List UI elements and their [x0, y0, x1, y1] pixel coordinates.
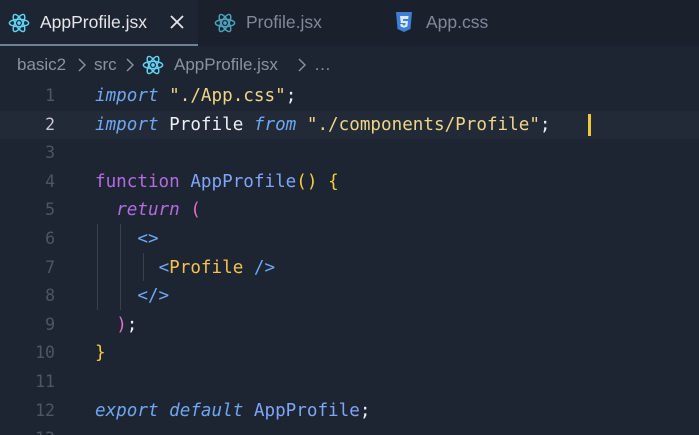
- code-line: 9 );: [0, 311, 699, 340]
- code-text: </>: [137, 286, 170, 307]
- close-icon[interactable]: [168, 12, 186, 32]
- code-line: 5 return (: [0, 196, 699, 225]
- line-number: 7: [45, 257, 55, 277]
- code-line: 8 </>: [0, 282, 699, 311]
- react-icon: [8, 12, 30, 39]
- text-cursor: [588, 113, 591, 136]
- line-number: 2: [45, 114, 55, 134]
- line-number: 10: [35, 343, 55, 363]
- line-number: 8: [45, 286, 55, 306]
- code-text: }: [95, 343, 106, 364]
- code-line: 1 import "./App.css";: [0, 82, 699, 111]
- code-line: 10 }: [0, 339, 699, 368]
- tab-app-css[interactable]: App.css: [368, 0, 548, 46]
- code-line: 12 export default AppProfile;: [0, 397, 699, 426]
- code-line: 4 function AppProfile() {: [0, 168, 699, 197]
- breadcrumb-item-basic2[interactable]: basic2: [17, 55, 66, 75]
- code-editor[interactable]: 1 import "./App.css"; 2 import Profile f…: [0, 82, 699, 435]
- tab-label: App.css: [426, 12, 489, 32]
- code-text: );: [116, 314, 138, 335]
- code-line-current: 2 import Profile from "./components/Prof…: [0, 110, 699, 140]
- code-text: return (: [116, 200, 201, 221]
- code-text: function AppProfile() {: [95, 171, 339, 192]
- chevron-right-icon: [76, 57, 88, 73]
- breadcrumb-ellipsis[interactable]: …: [314, 55, 331, 75]
- tab-label: AppProfile.jsx: [40, 12, 147, 32]
- breadcrumb-item-file[interactable]: AppProfile.jsx: [174, 55, 278, 75]
- code-line: 3: [0, 139, 699, 168]
- chevron-right-icon: [296, 57, 308, 73]
- line-number: 5: [45, 200, 55, 220]
- code-text: import Profile from "./components/Profil…: [95, 114, 551, 135]
- breadcrumb-item-src[interactable]: src: [94, 55, 117, 75]
- line-number: 6: [45, 229, 55, 248]
- line-number: 12: [35, 400, 55, 420]
- code-line: 13: [0, 425, 699, 435]
- line-number: 4: [45, 171, 55, 191]
- line-number: 11: [35, 372, 55, 391]
- line-number: 3: [45, 143, 55, 163]
- css-icon: [394, 11, 414, 38]
- line-number: 9: [45, 314, 55, 334]
- chevron-right-icon: [124, 57, 136, 73]
- tab-label: Profile.jsx: [246, 12, 322, 32]
- code-line: 7 <Profile />: [0, 254, 699, 283]
- breadcrumb: basic2 src AppProfile.jsx …: [0, 46, 699, 82]
- tab-appprofile-jsx[interactable]: AppProfile.jsx: [0, 0, 198, 46]
- line-number: 1: [45, 86, 55, 105]
- line-number: 13: [0, 425, 55, 435]
- code-text: <Profile />: [158, 257, 276, 278]
- react-icon: [142, 54, 164, 81]
- editor-tab-bar: AppProfile.jsx Profile.jsx App.css: [0, 0, 699, 46]
- code-line: 6 <>: [0, 225, 699, 254]
- code-text: export default AppProfile;: [95, 400, 371, 421]
- react-icon: [214, 12, 236, 39]
- tab-profile-jsx[interactable]: Profile.jsx: [198, 0, 368, 46]
- code-text: import "./App.css";: [95, 86, 297, 106]
- code-line: 11: [0, 368, 699, 397]
- code-text: <>: [137, 229, 159, 249]
